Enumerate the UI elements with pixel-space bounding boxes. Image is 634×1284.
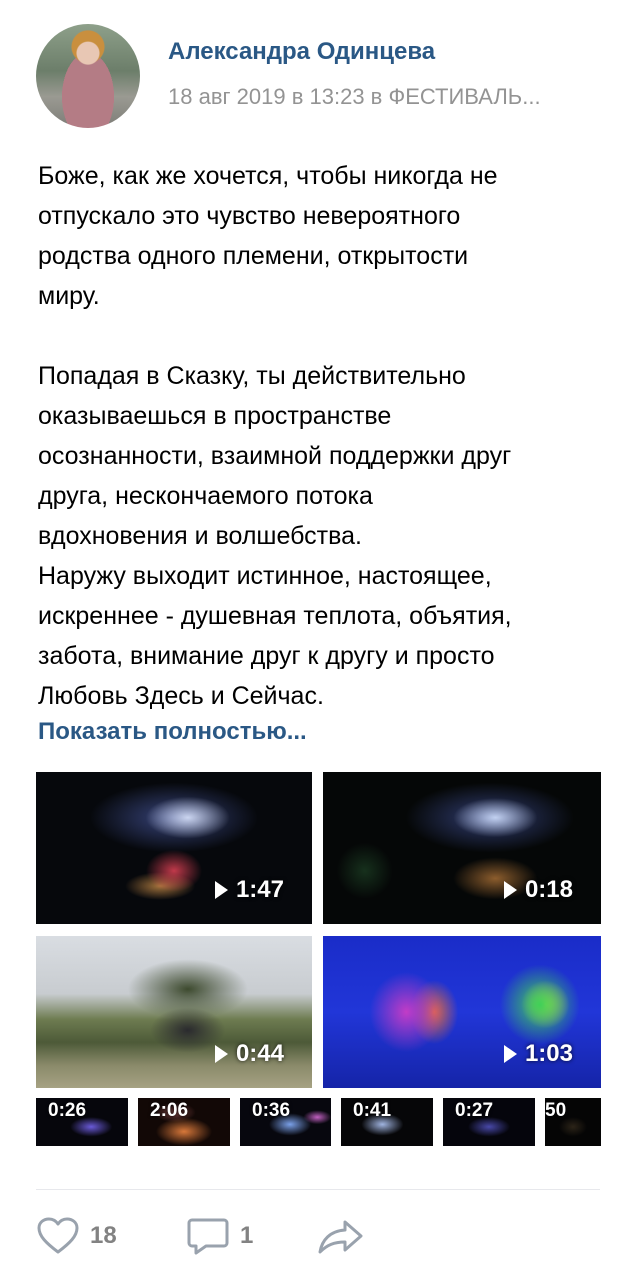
video-thumbnail[interactable]: 0:27 (443, 1098, 535, 1146)
thumbnail-duration: 0:41 (353, 1100, 392, 1121)
thumbnail-duration: 2:06 (150, 1100, 189, 1121)
video-thumbnail[interactable]: 0:36 (240, 1098, 331, 1146)
author-name[interactable]: Александра Одинцева (168, 38, 435, 66)
video-thumbnail[interactable]: 2:06 (138, 1098, 230, 1146)
video-duration-label: 0:44 (235, 1040, 284, 1067)
show-more-link[interactable]: Показать полностью... (38, 718, 307, 746)
play-icon (214, 881, 228, 899)
video-duration-label: 1:47 (235, 876, 284, 903)
divider (36, 1189, 600, 1190)
comment-count: 1 (240, 1222, 254, 1249)
post-meta[interactable]: 18 авг 2019 в 13:23 в ФЕСТИВАЛЬ... (168, 84, 604, 110)
thumbnail-duration: 0:26 (48, 1100, 87, 1121)
video-duration-label: 1:03 (524, 1040, 573, 1067)
play-icon (214, 1045, 228, 1063)
video-duration: 0:44 (214, 1040, 284, 1068)
video-attachment[interactable]: 0:44 (36, 936, 312, 1088)
play-icon (503, 1045, 517, 1063)
comment-icon (187, 1218, 229, 1255)
video-duration: 1:47 (214, 876, 284, 904)
thumbnail-duration: 0:36 (252, 1100, 291, 1121)
heart-icon (37, 1217, 79, 1254)
share-icon (318, 1220, 363, 1254)
video-thumbnail[interactable]: 50 (545, 1098, 601, 1146)
thumbnail-duration: 50 (545, 1100, 567, 1121)
comment-button[interactable]: 1 (186, 1216, 253, 1256)
author-avatar[interactable] (36, 24, 140, 128)
video-thumbnail[interactable]: 0:41 (341, 1098, 433, 1146)
like-count: 18 (90, 1222, 117, 1249)
post-paragraph-2: Попадая в Сказку, ты действительно оказы… (38, 362, 512, 710)
video-attachment[interactable]: 1:03 (323, 936, 601, 1088)
thumbnail-duration: 0:27 (455, 1100, 494, 1121)
play-icon (503, 881, 517, 899)
share-button[interactable] (316, 1216, 366, 1256)
post-text: Боже, как же хочется, чтобы никогда не о… (38, 156, 598, 716)
video-attachment[interactable]: 0:18 (323, 772, 601, 924)
video-thumbnail[interactable]: 0:26 (36, 1098, 128, 1146)
video-attachment[interactable]: 1:47 (36, 772, 312, 924)
video-duration: 0:18 (503, 876, 573, 904)
video-duration-label: 0:18 (524, 876, 573, 903)
post-paragraph-1: Боже, как же хочется, чтобы никогда не о… (38, 162, 498, 310)
video-duration: 1:03 (503, 1040, 573, 1068)
like-button[interactable]: 18 (36, 1216, 117, 1256)
